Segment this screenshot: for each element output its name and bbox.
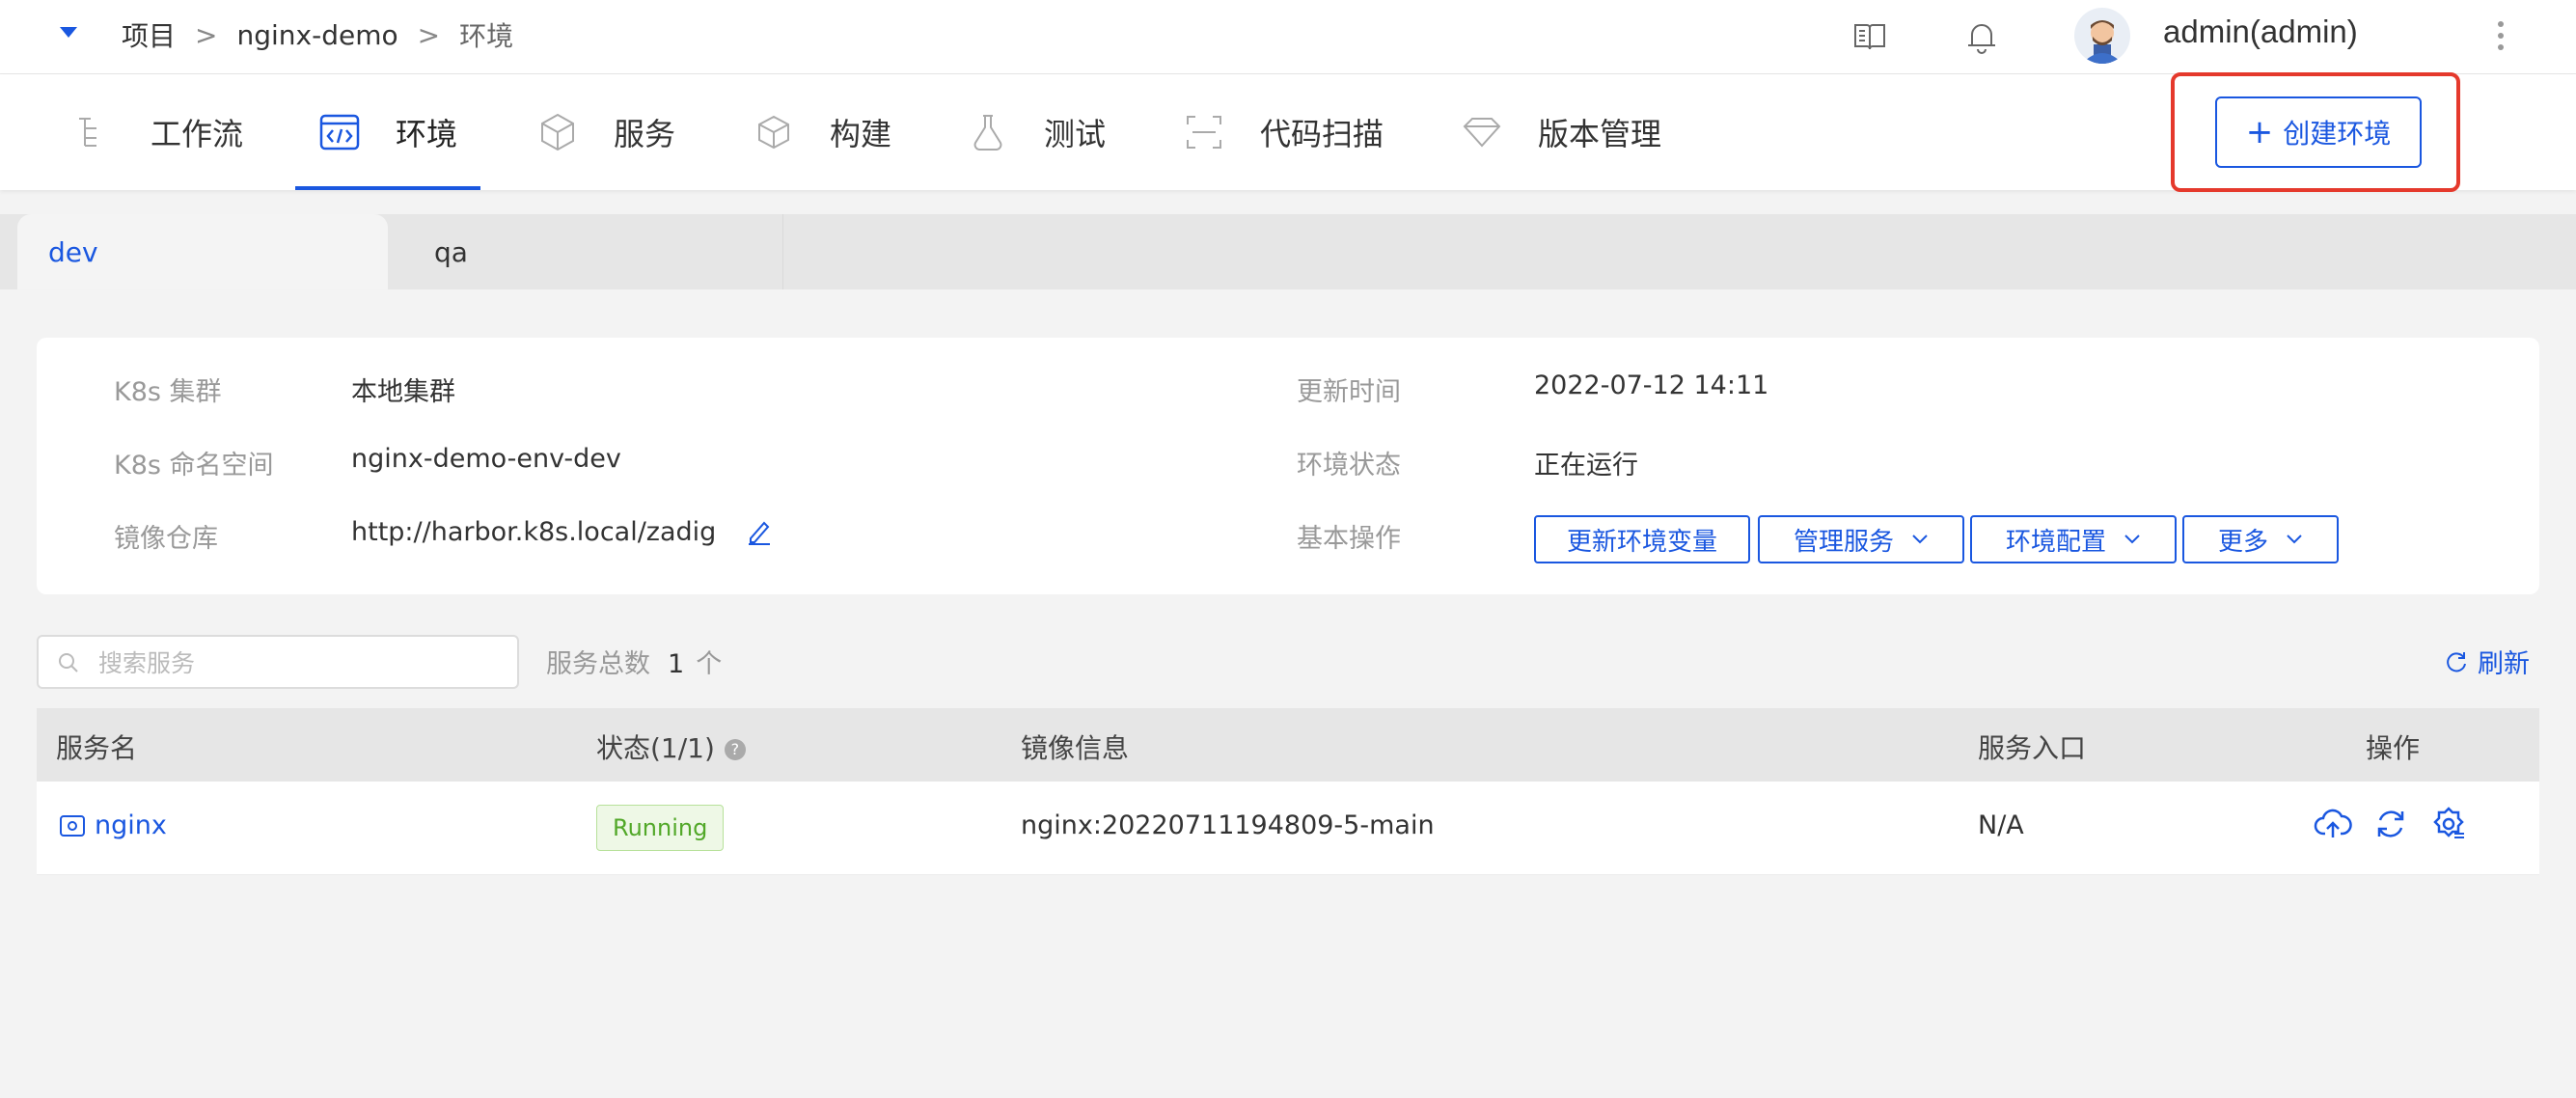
breadcrumb-separator: > bbox=[417, 18, 441, 51]
registry-value: http://harbor.k8s.local/zadig bbox=[351, 517, 717, 547]
code-scan-icon bbox=[1187, 116, 1221, 149]
breadcrumb-project[interactable]: 项目 bbox=[122, 15, 176, 54]
row-actions bbox=[2314, 805, 2468, 843]
namespace-label: K8s 命名空间 bbox=[114, 451, 274, 480]
column-service-name: 服务名 bbox=[56, 732, 138, 764]
tab-build[interactable]: 构建 bbox=[753, 74, 891, 190]
env-config-label: 环境配置 bbox=[2005, 527, 2106, 557]
env-tab-dev[interactable]: dev bbox=[17, 214, 388, 289]
collapse-caret-icon[interactable] bbox=[60, 27, 77, 38]
workflow-icon bbox=[79, 118, 96, 147]
breadcrumb-project-name[interactable]: nginx-demo bbox=[236, 19, 397, 51]
status-badge: Running bbox=[596, 805, 725, 851]
username[interactable]: admin(admin) bbox=[2163, 14, 2358, 50]
settings-gear-icon[interactable] bbox=[2429, 805, 2468, 843]
create-environment-button[interactable]: + 创建环境 bbox=[2215, 96, 2422, 168]
tab-version[interactable]: 版本管理 bbox=[1461, 74, 1661, 190]
tab-label: 测试 bbox=[1044, 116, 1107, 152]
tab-label: 环境 bbox=[396, 116, 458, 152]
tab-environment[interactable]: 环境 bbox=[294, 74, 481, 190]
namespace-value: nginx-demo-env-dev bbox=[351, 444, 621, 474]
env-config-button[interactable]: 环境配置 bbox=[1970, 515, 2177, 563]
service-name: nginx bbox=[95, 810, 167, 840]
breadcrumb: 项目 > nginx-demo > 环境 bbox=[122, 15, 513, 54]
service-total-count: 1 bbox=[668, 649, 685, 679]
refresh-button[interactable]: 刷新 bbox=[2445, 643, 2530, 680]
updated-value: 2022-07-12 14:11 bbox=[1534, 371, 1769, 400]
column-actions: 操作 bbox=[2366, 732, 2421, 764]
help-icon[interactable]: ? bbox=[724, 739, 746, 760]
tab-code-scan[interactable]: 代码扫描 bbox=[1183, 74, 1384, 190]
service-total-label: 服务总数 bbox=[546, 649, 650, 679]
service-search bbox=[37, 635, 519, 689]
table-row: nginx Running nginx:20220711194809-5-mai… bbox=[37, 782, 2539, 875]
service-total-unit: 个 bbox=[696, 649, 723, 679]
search-icon bbox=[59, 653, 78, 673]
more-button[interactable]: 更多 bbox=[2182, 515, 2339, 563]
status-value: 正在运行 bbox=[1534, 451, 1638, 480]
tab-label: 版本管理 bbox=[1538, 116, 1662, 152]
version-diamond-icon bbox=[1463, 118, 1501, 148]
test-flask-icon bbox=[973, 115, 1002, 151]
service-link-nginx[interactable]: nginx bbox=[58, 810, 167, 840]
column-status: 状态(1/1)? bbox=[596, 727, 746, 766]
env-tab-qa[interactable]: qa bbox=[388, 214, 783, 289]
update-env-vars-button[interactable]: 更新环境变量 bbox=[1534, 515, 1750, 563]
bell-icon[interactable] bbox=[1962, 17, 2001, 56]
registry-label: 镜像仓库 bbox=[114, 524, 218, 554]
breadcrumb-separator: > bbox=[195, 18, 218, 51]
book-icon[interactable] bbox=[1850, 17, 1889, 56]
environment-code-icon bbox=[319, 114, 360, 151]
ops-label: 基本操作 bbox=[1297, 524, 1401, 554]
column-image: 镜像信息 bbox=[1021, 732, 1130, 764]
tab-label: 构建 bbox=[830, 116, 892, 152]
image-info: nginx:20220711194809-5-main bbox=[1021, 810, 1435, 840]
tab-label: 工作流 bbox=[151, 116, 244, 152]
search-input[interactable] bbox=[96, 645, 506, 681]
column-entry: 服务入口 bbox=[1978, 732, 2087, 764]
refresh-icon bbox=[2447, 651, 2466, 672]
tab-service[interactable]: 服务 bbox=[536, 74, 675, 190]
manage-services-label: 管理服务 bbox=[1793, 527, 1894, 557]
service-total: 服务总数 1 个 bbox=[546, 643, 722, 680]
more-label: 更多 bbox=[2217, 527, 2268, 557]
updated-label: 更新时间 bbox=[1297, 377, 1401, 407]
edit-pencil-icon[interactable] bbox=[745, 517, 774, 546]
update-env-vars-label: 更新环境变量 bbox=[1566, 527, 1717, 557]
build-box-icon bbox=[758, 115, 789, 150]
environment-tabs: dev qa bbox=[0, 214, 2576, 289]
manage-services-button[interactable]: 管理服务 bbox=[1758, 515, 1964, 563]
plus-icon: + bbox=[2245, 113, 2274, 151]
create-environment-label: 创建环境 bbox=[2283, 118, 2392, 150]
service-entry: N/A bbox=[1978, 810, 2024, 840]
service-icon bbox=[60, 814, 85, 837]
tab-label: 服务 bbox=[614, 116, 676, 152]
tab-test[interactable]: 测试 bbox=[967, 74, 1106, 190]
table-header: 服务名 状态(1/1)? 镜像信息 服务入口 操作 bbox=[37, 708, 2539, 782]
status-label: 环境状态 bbox=[1297, 451, 1401, 480]
cluster-label: K8s 集群 bbox=[114, 377, 222, 407]
refresh-label: 刷新 bbox=[2478, 649, 2530, 679]
environment-info-card: K8s 集群 本地集群 K8s 命名空间 nginx-demo-env-dev … bbox=[37, 338, 2539, 594]
tab-label: 代码扫描 bbox=[1260, 116, 1384, 152]
column-status-label: 状态(1/1) bbox=[596, 732, 715, 764]
tab-workflow[interactable]: 工作流 bbox=[73, 74, 243, 190]
chevron-down-icon bbox=[1912, 535, 1928, 544]
more-vertical-icon[interactable] bbox=[2497, 19, 2505, 52]
chevron-down-icon bbox=[2124, 535, 2140, 544]
top-bar: 项目 > nginx-demo > 环境 admin(admin) bbox=[0, 0, 2576, 74]
cluster-value: 本地集群 bbox=[351, 377, 455, 407]
restart-icon[interactable] bbox=[2371, 805, 2410, 843]
service-cube-icon bbox=[541, 113, 574, 151]
upload-cloud-icon[interactable] bbox=[2314, 805, 2352, 843]
breadcrumb-current: 环境 bbox=[459, 20, 514, 52]
chevron-down-icon bbox=[2287, 535, 2302, 544]
avatar[interactable] bbox=[2074, 8, 2130, 64]
